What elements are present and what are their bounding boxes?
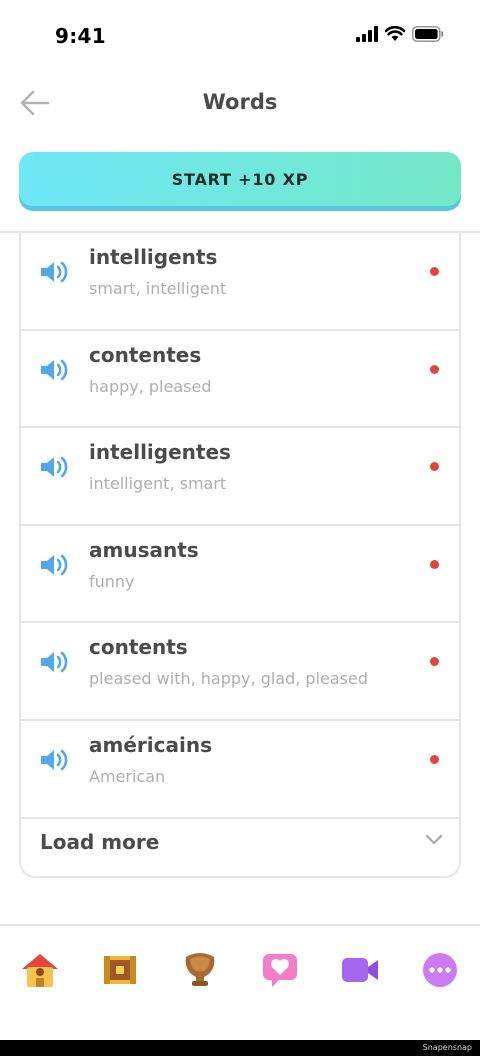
watermark-text: Snapensnap: [422, 1043, 472, 1052]
word-term: américains: [89, 732, 212, 757]
header: Words: [0, 76, 480, 132]
word-definition: happy, pleased: [89, 376, 212, 396]
strength-dot: [430, 267, 439, 276]
word-term: intelligents: [89, 245, 218, 269]
trophy-icon: [185, 953, 215, 986]
word-list: intelligents smart, intelligent contente…: [19, 233, 461, 878]
status-icons: [356, 26, 444, 42]
strength-dot: [430, 462, 439, 472]
tab-home[interactable]: [18, 948, 62, 992]
page-title: Words: [202, 90, 278, 114]
word-row[interactable]: intelligents smart, intelligent: [21, 233, 459, 331]
tab-chest[interactable]: [98, 948, 142, 992]
speaker-icon[interactable]: [39, 649, 71, 675]
load-more-button[interactable]: Load more: [21, 810, 459, 876]
word-definition: intelligent, smart: [89, 474, 227, 494]
battery-icon: [412, 26, 444, 42]
tab-bar: [0, 926, 480, 1038]
heart-chat-icon: [263, 954, 297, 987]
word-row[interactable]: intelligentes intelligent, smart: [21, 428, 459, 526]
wifi-icon: [385, 26, 405, 41]
word-row[interactable]: contents pleased with, happy, glad, plea…: [21, 623, 459, 721]
speaker-icon[interactable]: [39, 259, 71, 285]
word-term: contents: [89, 635, 188, 660]
speaker-icon[interactable]: [39, 357, 71, 383]
word-row[interactable]: contentes happy, pleased: [21, 331, 459, 429]
strength-dot: [430, 754, 439, 764]
footer-strip: Snapensnap: [0, 1040, 480, 1056]
load-more-label: Load more: [40, 830, 160, 854]
strength-dot: [430, 364, 439, 374]
treasure-chest-icon: [104, 956, 136, 984]
speaker-icon[interactable]: [39, 454, 71, 480]
word-row[interactable]: amusants funny: [21, 526, 459, 624]
more-icon: [423, 953, 457, 987]
home-icon: [22, 954, 58, 987]
word-definition: pleased with, happy, glad, pleased: [89, 669, 369, 689]
word-row[interactable]: américains American: [21, 721, 459, 819]
tab-more[interactable]: [418, 948, 462, 992]
signal-icon: [356, 26, 378, 42]
strength-dot: [430, 559, 439, 569]
word-definition: smart, intelligent: [89, 279, 227, 298]
tab-social[interactable]: [258, 948, 302, 992]
status-bar: 9:41: [0, 0, 480, 70]
tab-leaderboard[interactable]: [178, 948, 222, 992]
status-time: 9:41: [55, 24, 106, 48]
speaker-icon[interactable]: [39, 747, 71, 773]
word-definition: American: [89, 766, 166, 786]
word-term: amusants: [89, 537, 199, 562]
word-definition: funny: [89, 571, 135, 591]
word-term: contentes: [89, 342, 202, 367]
speaker-icon[interactable]: [39, 552, 71, 578]
chevron-down-icon: [425, 834, 443, 845]
tab-video[interactable]: [338, 948, 382, 992]
start-button[interactable]: START +10 XP: [19, 152, 461, 206]
word-term: intelligentes: [89, 440, 231, 465]
start-button-container: START +10 XP: [19, 152, 461, 212]
strength-dot: [430, 657, 439, 667]
video-icon: [342, 958, 378, 982]
